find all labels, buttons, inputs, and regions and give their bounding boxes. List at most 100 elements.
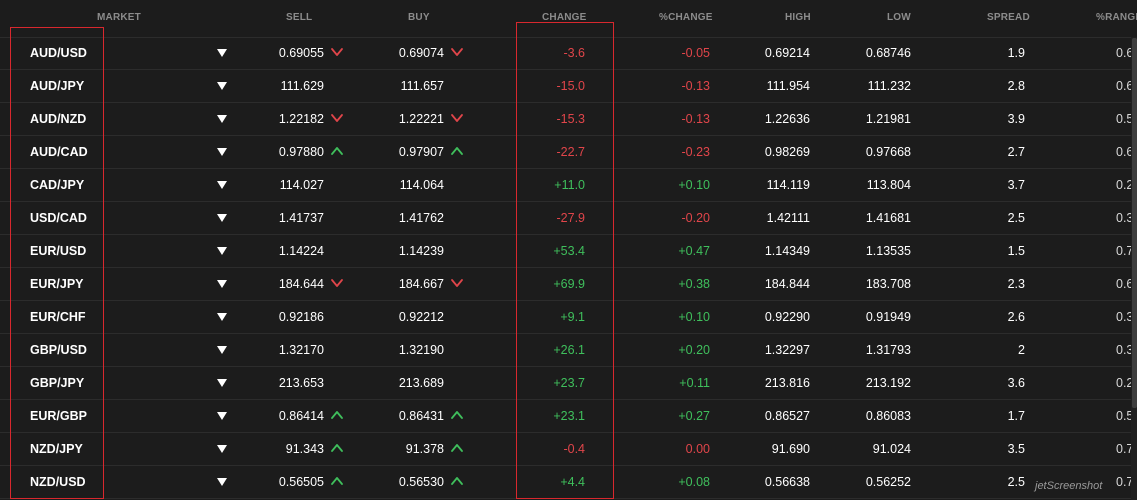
buy-trend-up-icon: [451, 147, 463, 155]
market-name[interactable]: GBP/JPY: [30, 376, 84, 390]
sell-price[interactable]: 114.027: [280, 178, 324, 192]
dropdown-caret-icon[interactable]: [217, 445, 227, 453]
buy-price[interactable]: 1.14239: [399, 244, 444, 258]
spread-value: 2.3: [1007, 277, 1025, 291]
buy-price[interactable]: 0.69074: [399, 46, 444, 60]
table-row[interactable]: AUD/NZD 1.22182 1.22221 -15.3 -0.13 1.22636 1.…: [0, 103, 1137, 136]
buy-price[interactable]: 0.86431: [399, 409, 444, 423]
dropdown-caret-icon[interactable]: [217, 82, 227, 90]
sell-price[interactable]: 184.644: [279, 277, 324, 291]
sell-price[interactable]: 1.32170: [279, 343, 324, 357]
buy-price[interactable]: 1.22221: [399, 112, 444, 126]
dropdown-caret-icon[interactable]: [217, 379, 227, 387]
header-sell[interactable]: SELL: [286, 12, 312, 23]
spread-value: 1.7: [1007, 409, 1025, 423]
table-row[interactable]: EUR/GBP 0.86414 0.86431 +23.1 +0.27 0.86527 0.…: [0, 400, 1137, 433]
change-value: -15.0: [556, 79, 586, 93]
table-row[interactable]: EUR/USD 1.14224 1.14239 +53.4 +0.47 1.14349 1.…: [0, 235, 1137, 268]
dropdown-caret-icon[interactable]: [217, 49, 227, 57]
change-value: -15.3: [556, 112, 586, 126]
buy-price[interactable]: 184.667: [399, 277, 444, 291]
sell-price[interactable]: 0.97880: [279, 145, 324, 159]
market-name[interactable]: AUD/USD: [30, 46, 87, 60]
market-name[interactable]: CAD/JPY: [30, 178, 84, 192]
header-low[interactable]: LOW: [887, 12, 911, 23]
spread-value: 3.9: [1007, 112, 1025, 126]
change-value: +53.4: [553, 244, 585, 258]
high-value: 1.14349: [764, 244, 810, 258]
buy-price[interactable]: 114.064: [400, 178, 444, 192]
sell-price[interactable]: 111.629: [281, 79, 324, 93]
header-high[interactable]: HIGH: [785, 12, 811, 23]
sell-price[interactable]: 0.69055: [279, 46, 324, 60]
market-name[interactable]: EUR/USD: [30, 244, 86, 258]
dropdown-caret-icon[interactable]: [217, 115, 227, 123]
market-name[interactable]: EUR/JPY: [30, 277, 84, 291]
buy-trend-down-icon: [451, 114, 463, 122]
market-name[interactable]: GBP/USD: [30, 343, 87, 357]
scrollbar-thumb[interactable]: [1132, 38, 1137, 408]
header-spread[interactable]: SPREAD: [987, 12, 1030, 23]
sell-trend-up-icon: [331, 477, 343, 485]
spread-value: 3.6: [1007, 376, 1025, 390]
header-change[interactable]: CHANGE: [542, 12, 587, 23]
spread-value: 2.6: [1007, 310, 1025, 324]
sell-price[interactable]: 1.41737: [279, 211, 324, 225]
buy-price[interactable]: 0.56530: [399, 475, 444, 489]
market-name[interactable]: AUD/NZD: [30, 112, 86, 126]
table-row[interactable]: NZD/JPY 91.343 91.378 -0.4 0.00 91.690 91.024 3…: [0, 433, 1137, 466]
buy-price[interactable]: 91.378: [406, 442, 444, 456]
spread-value: 2.8: [1007, 79, 1025, 93]
market-name[interactable]: NZD/JPY: [30, 442, 83, 456]
dropdown-caret-icon[interactable]: [217, 181, 227, 189]
buy-price[interactable]: 1.41762: [399, 211, 444, 225]
header-market[interactable]: MARKET: [97, 12, 141, 23]
table-row[interactable]: EUR/JPY 184.644 184.667 +69.9 +0.38 184.844 18…: [0, 268, 1137, 301]
dropdown-caret-icon[interactable]: [217, 478, 227, 486]
table-row[interactable]: AUD/CAD 0.97880 0.97907 -22.7 -0.23 0.98269 0.…: [0, 136, 1137, 169]
market-name[interactable]: NZD/USD: [30, 475, 86, 489]
dropdown-caret-icon[interactable]: [217, 214, 227, 222]
buy-price[interactable]: 0.97907: [399, 145, 444, 159]
sell-price[interactable]: 0.56505: [279, 475, 324, 489]
market-name[interactable]: USD/CAD: [30, 211, 87, 225]
low-value: 1.13535: [865, 244, 911, 258]
table-row[interactable]: NZD/USD 0.56505 0.56530 +4.4 +0.08 0.56638 0.5…: [0, 466, 1137, 499]
dropdown-caret-icon[interactable]: [217, 148, 227, 156]
market-name[interactable]: AUD/JPY: [30, 79, 84, 93]
dropdown-caret-icon[interactable]: [217, 280, 227, 288]
table-row[interactable]: CAD/JPY 114.027 114.064 +11.0 +0.10 114.119 11…: [0, 169, 1137, 202]
market-name[interactable]: EUR/GBP: [30, 409, 87, 423]
sell-price[interactable]: 1.22182: [279, 112, 324, 126]
sell-trend-up-icon: [331, 147, 343, 155]
table-row[interactable]: AUD/JPY 111.629 111.657 -15.0 -0.13 111.954 11…: [0, 70, 1137, 103]
table-row[interactable]: GBP/JPY 213.653 213.689 +23.7 +0.11 213.816 21…: [0, 367, 1137, 400]
market-name[interactable]: EUR/CHF: [30, 310, 86, 324]
dropdown-caret-icon[interactable]: [217, 313, 227, 321]
table-row[interactable]: EUR/CHF 0.92186 0.92212 +9.1 +0.10 0.92290 0.9…: [0, 301, 1137, 334]
table-row[interactable]: USD/CAD 1.41737 1.41762 -27.9 -0.20 1.42111 1.…: [0, 202, 1137, 235]
header-buy[interactable]: BUY: [408, 12, 430, 23]
market-name[interactable]: AUD/CAD: [30, 145, 88, 159]
sell-price[interactable]: 1.14224: [279, 244, 324, 258]
sell-price[interactable]: 213.653: [279, 376, 324, 390]
header-pct-change[interactable]: %CHANGE: [659, 12, 713, 23]
dropdown-caret-icon[interactable]: [217, 247, 227, 255]
change-value: +4.4: [560, 475, 585, 489]
sell-price[interactable]: 91.343: [286, 442, 324, 456]
buy-price[interactable]: 213.689: [399, 376, 444, 390]
buy-price[interactable]: 0.92212: [399, 310, 444, 324]
dropdown-caret-icon[interactable]: [217, 412, 227, 420]
sell-trend-up-icon: [331, 444, 343, 452]
buy-price[interactable]: 1.32190: [399, 343, 444, 357]
high-value: 91.690: [771, 442, 810, 456]
table-row[interactable]: GBP/USD 1.32170 1.32190 +26.1 +0.20 1.32297 1.…: [0, 334, 1137, 367]
buy-price[interactable]: 111.657: [401, 79, 444, 93]
dropdown-caret-icon[interactable]: [217, 346, 227, 354]
sell-price[interactable]: 0.86414: [279, 409, 324, 423]
header-pct-range[interactable]: %RANGE: [1096, 12, 1137, 23]
high-value: 0.86527: [764, 409, 810, 423]
table-row[interactable]: AUD/USD 0.69055 0.69074 -3.6 -0.05 0.69214 0.6…: [0, 37, 1137, 70]
sell-price[interactable]: 0.92186: [279, 310, 324, 324]
spread-value: 2: [1018, 343, 1025, 357]
